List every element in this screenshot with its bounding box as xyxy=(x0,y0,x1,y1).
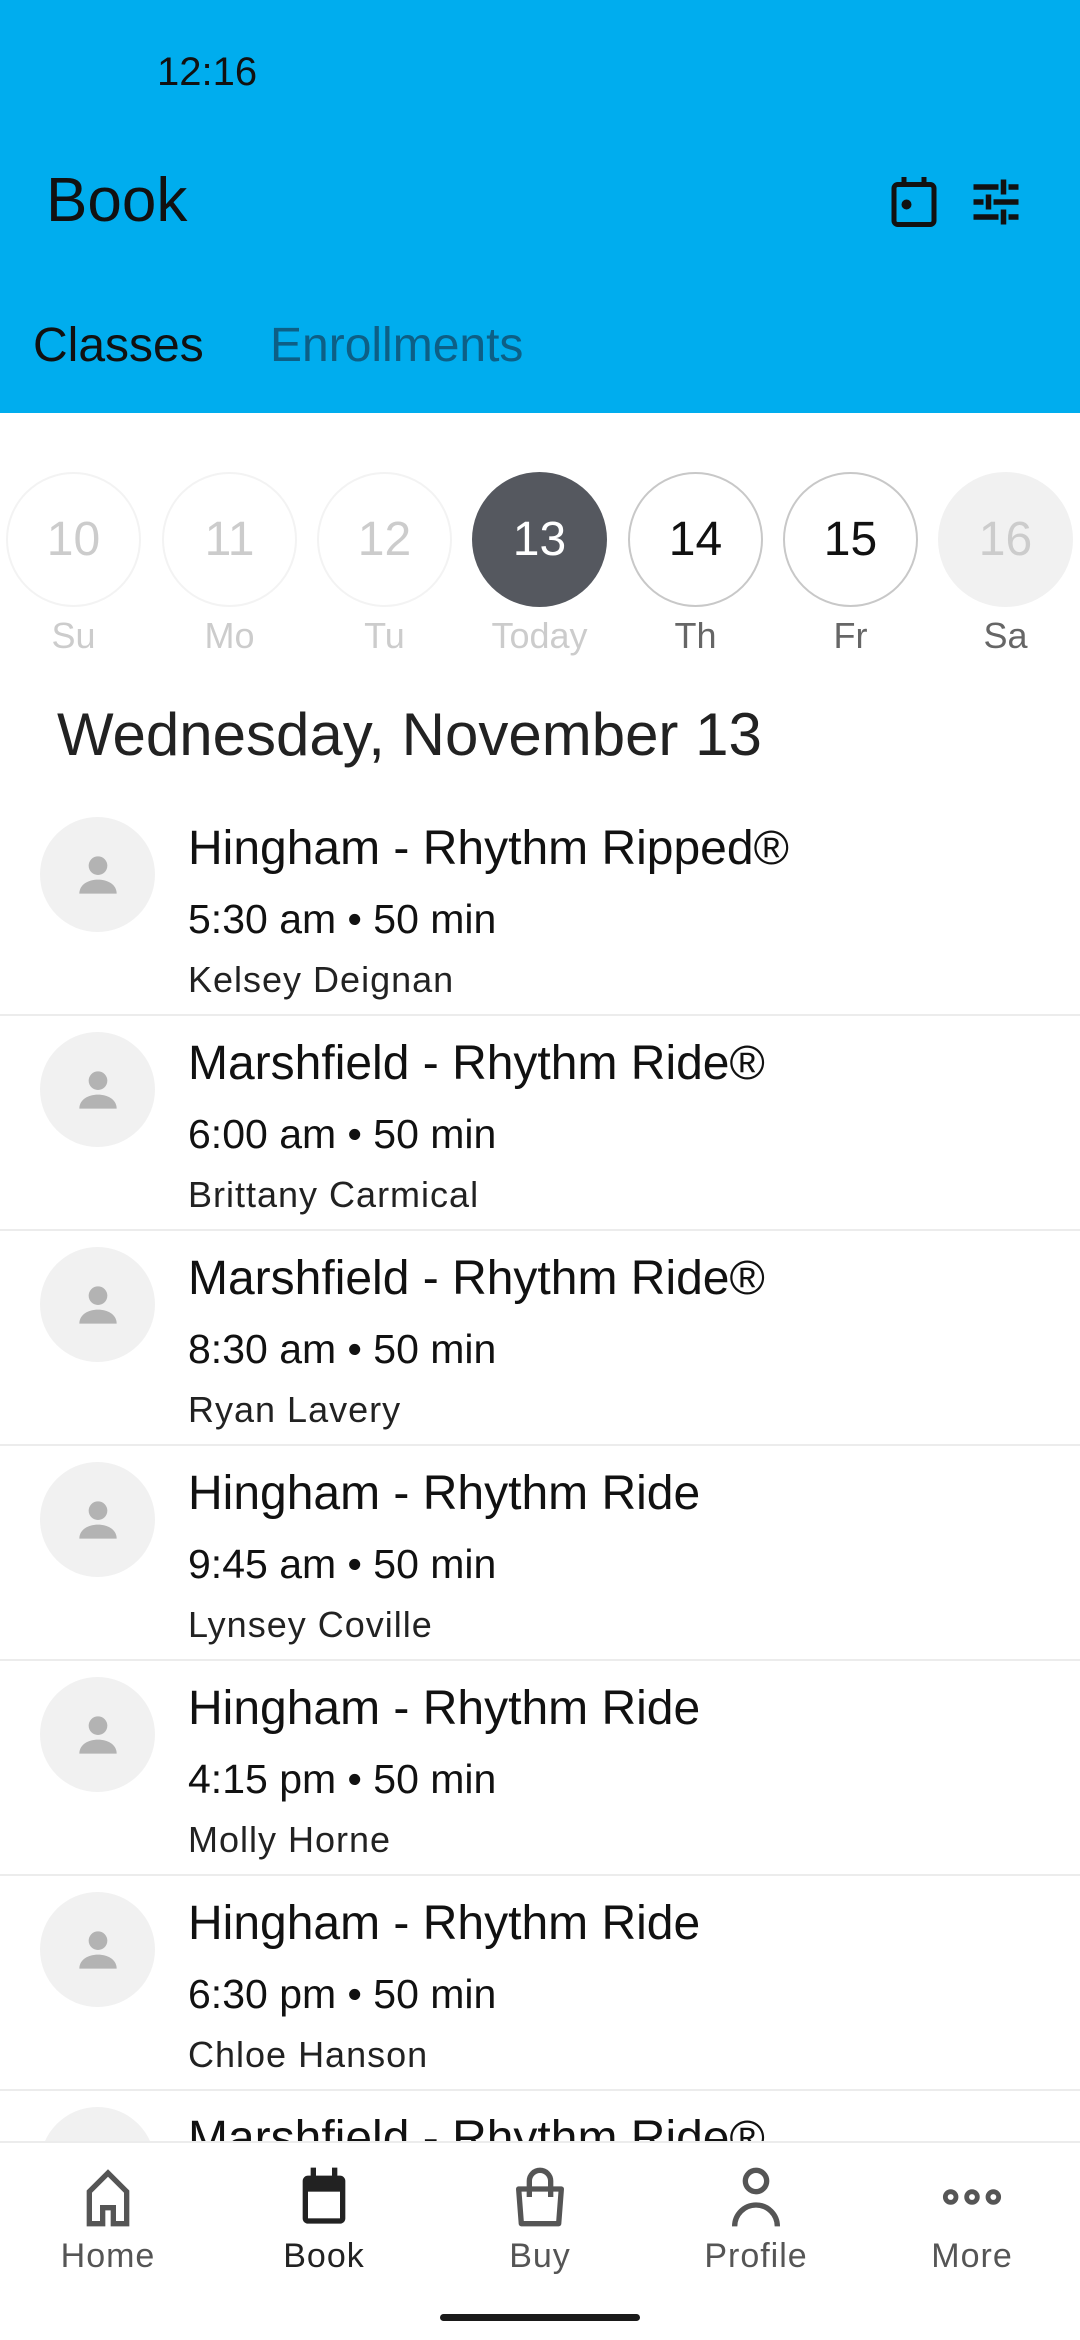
shopping-bag-icon xyxy=(516,2167,564,2227)
class-time: 5:30 am • 50 min xyxy=(188,896,497,942)
status-time: 12:16 xyxy=(157,50,258,94)
day-number: 11 xyxy=(204,513,255,566)
home-indicator xyxy=(440,2314,640,2321)
class-list-item[interactable]: Marshfield - Rhythm Ride® 6:00 am • 50 mi… xyxy=(0,1016,1080,1231)
class-list-item[interactable]: Marshfield - Rhythm Ride® 8:30 am • 50 mi… xyxy=(0,1231,1080,1446)
day-label: Sa xyxy=(983,615,1028,656)
day-number: 15 xyxy=(823,513,878,566)
class-time: 8:30 am • 50 min xyxy=(188,1326,497,1372)
more-dots-icon xyxy=(942,2189,1002,2205)
nav-more[interactable]: More xyxy=(864,2165,1080,2276)
person-placeholder-icon xyxy=(78,1715,117,1754)
nav-book[interactable]: Book xyxy=(216,2165,432,2276)
person-placeholder-icon xyxy=(78,1930,117,1969)
class-instructor: Lynsey Coville xyxy=(188,1604,433,1645)
class-list-item[interactable]: Hingham - Rhythm Ride 6:30 pm • 50 min Chl… xyxy=(0,1876,1080,2091)
nav-label: Book xyxy=(283,2237,365,2275)
class-instructor: Ryan Lavery xyxy=(188,1389,402,1430)
day-number: 13 xyxy=(512,513,567,566)
class-title: Hingham - Rhythm Ride xyxy=(188,1897,701,1950)
day-13[interactable]: 13 xyxy=(472,472,607,607)
bottom-nav: Home Book Buy Profile More xyxy=(0,2141,1080,2340)
class-time: 9:45 am • 50 min xyxy=(188,1541,497,1587)
avatar xyxy=(40,1677,155,1792)
class-list-item[interactable]: Hingham - Rhythm Ride 9:45 am • 50 min Lyn… xyxy=(0,1446,1080,1661)
day-10[interactable]: 10 xyxy=(6,472,141,607)
app-header: 12:16 Book Classes Enrollments xyxy=(0,0,1080,413)
day-number: 10 xyxy=(46,513,101,566)
person-placeholder-icon xyxy=(78,1285,117,1324)
class-time: 6:30 pm • 50 min xyxy=(188,1971,497,2017)
class-instructor: Brittany Carmical xyxy=(188,1174,480,1215)
class-instructor: Molly Horne xyxy=(188,1819,392,1860)
class-title: Marshfield - Rhythm Ride® xyxy=(188,1037,765,1090)
day-label: Mo xyxy=(204,615,255,656)
nav-label: Buy xyxy=(509,2237,571,2275)
class-title: Hingham - Rhythm Ride xyxy=(188,1682,701,1735)
class-instructor: Chloe Hanson xyxy=(188,2034,429,2075)
tab-classes[interactable]: Classes xyxy=(33,318,204,373)
class-time: 6:00 am • 50 min xyxy=(188,1111,497,1157)
calendar-icon xyxy=(302,2167,346,2224)
class-instructor: Kelsey Deignan xyxy=(188,959,455,1000)
day-number: 16 xyxy=(978,513,1033,566)
nav-profile[interactable]: Profile xyxy=(648,2165,864,2276)
avatar xyxy=(40,1247,155,1362)
day-label: Tu xyxy=(364,615,405,656)
avatar xyxy=(40,1462,155,1577)
class-title: Hingham - Rhythm Ride xyxy=(188,1467,701,1520)
avatar xyxy=(40,1032,155,1147)
class-list-item[interactable]: Hingham - Rhythm Ride 4:15 pm • 50 min Mol… xyxy=(0,1661,1080,1876)
tab-enrollments[interactable]: Enrollments xyxy=(270,318,523,373)
nav-label: Profile xyxy=(704,2237,808,2275)
day-11[interactable]: 11 xyxy=(162,472,297,607)
page-title: Book xyxy=(46,166,188,235)
day-number: 14 xyxy=(668,513,723,566)
day-14[interactable]: 14 xyxy=(628,472,763,607)
day-label: Today xyxy=(491,615,588,656)
filter-sliders-icon[interactable] xyxy=(966,172,1026,232)
home-icon xyxy=(86,2169,130,2227)
day-number: 12 xyxy=(357,513,412,566)
calendar-icon[interactable] xyxy=(884,172,944,232)
class-time: 4:15 pm • 50 min xyxy=(188,1756,497,1802)
class-list-item[interactable]: Hingham - Rhythm Ripped® 5:30 am • 50 min… xyxy=(0,801,1080,1016)
day-label: Fr xyxy=(833,615,868,656)
person-placeholder-icon xyxy=(78,1500,117,1539)
person-placeholder-icon xyxy=(78,855,117,894)
person-placeholder-icon xyxy=(78,1070,117,1109)
nav-label: Home xyxy=(60,2237,156,2275)
avatar xyxy=(40,817,155,932)
nav-home[interactable]: Home xyxy=(0,2165,216,2276)
date-heading: Wednesday, November 13 xyxy=(57,701,762,768)
person-icon xyxy=(732,2167,780,2227)
class-title: Marshfield - Rhythm Ride® xyxy=(188,1252,765,1305)
day-label: Su xyxy=(51,615,96,656)
day-12[interactable]: 12 xyxy=(317,472,452,607)
avatar xyxy=(40,1892,155,2007)
nav-label: More xyxy=(931,2237,1013,2275)
day-label: Th xyxy=(674,615,717,656)
day-15[interactable]: 15 xyxy=(783,472,918,607)
nav-buy[interactable]: Buy xyxy=(432,2165,648,2276)
day-16[interactable]: 16 xyxy=(938,472,1073,607)
class-title: Hingham - Rhythm Ripped® xyxy=(188,822,789,875)
